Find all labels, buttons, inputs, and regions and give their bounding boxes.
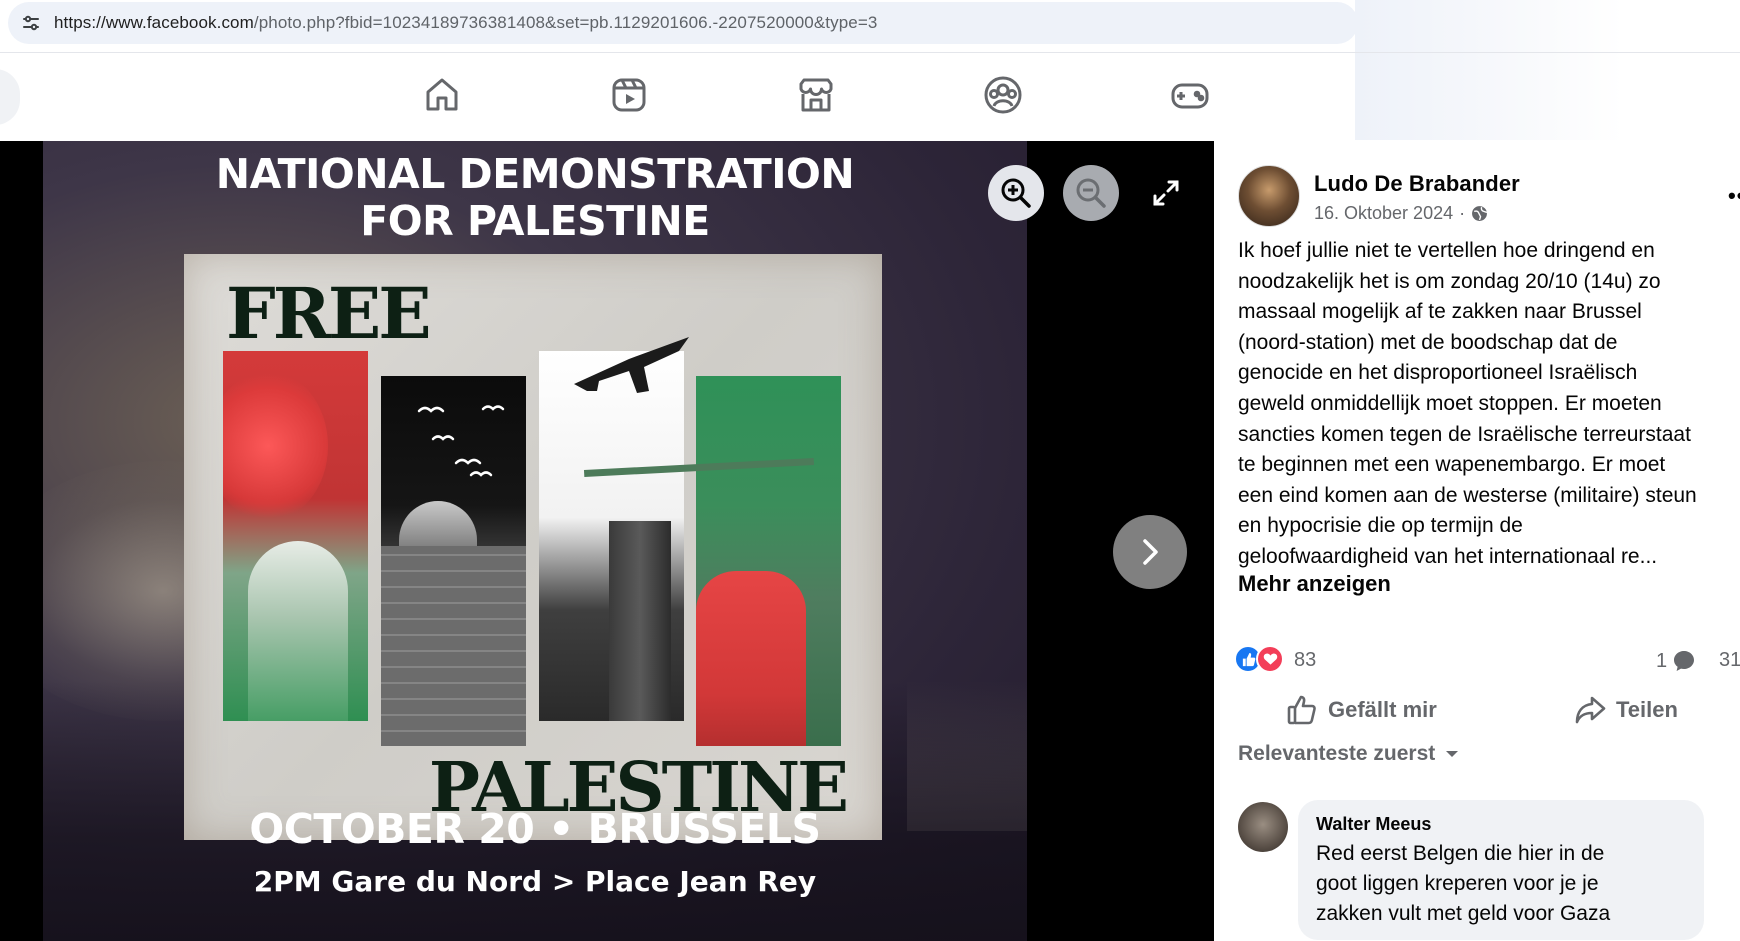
post-header: Ludo De Brabander 16. Oktober 2024 · ••• (1238, 165, 1740, 229)
post-text: Ik hoef jullie niet te vertellen hoe dri… (1238, 236, 1738, 573)
collage-wall (381, 546, 526, 746)
chevron-right-icon (1143, 539, 1158, 565)
post-text-line: te beginnen met een wapenembargo. Er moe… (1238, 453, 1666, 477)
share-button-label: Teilen (1616, 697, 1678, 722)
comment-sort-selector[interactable]: Relevanteste zuerst (1238, 742, 1459, 766)
next-photo-button[interactable] (1113, 515, 1187, 589)
post-actions: Gefällt mir Teilen (1214, 687, 1740, 737)
commenter-name[interactable]: Walter Meeus (1316, 814, 1686, 835)
share-button[interactable]: Teilen (1574, 687, 1678, 733)
post-date-text: 16. Oktober 2024 (1314, 203, 1454, 223)
love-reaction-icon (1256, 645, 1284, 673)
poster-date-line: OCTOBER 20 • BRUSSELS (249, 805, 821, 853)
comment-text: Red eerst Belgen die hier in de goot lig… (1316, 839, 1686, 929)
url-text[interactable]: https://www.facebook.com/photo.php?fbid=… (54, 13, 877, 33)
facebook-top-nav (0, 52, 1740, 140)
like-button[interactable]: Gefällt mir (1286, 687, 1437, 733)
share-count-value: 31 (1719, 649, 1740, 671)
marketplace-icon[interactable] (794, 73, 838, 117)
post-date[interactable]: 16. Oktober 2024 · (1314, 203, 1488, 224)
poster-title-line1: NATIONAL DEMONSTRATION (215, 150, 855, 198)
search-stub[interactable] (0, 69, 20, 125)
comment-text-line: goot liggen kreperen voor je je (1316, 872, 1599, 895)
poster-title: NATIONAL DEMONSTRATION FOR PALESTINE (43, 151, 1027, 245)
collage-birds (417, 405, 505, 477)
collage-red-cloud (223, 371, 328, 521)
comment-bubble: Walter Meeus Red eerst Belgen die hier i… (1298, 800, 1704, 940)
post-text-line: Ik hoef jullie niet te vertellen hoe dri… (1238, 239, 1655, 262)
share-arrow-icon (1575, 696, 1606, 724)
home-icon[interactable] (420, 73, 464, 117)
post-text-line: genocide en het disproportioneel Israëli… (1238, 361, 1638, 385)
collage-dome (399, 501, 477, 549)
expand-icon (1153, 180, 1179, 206)
commenter-avatar[interactable] (1238, 802, 1288, 852)
post-text-line: noodzakelijk het is om zondag 20/10 (14u… (1238, 269, 1661, 293)
poster-collage: FREE PALESTINE (184, 254, 882, 840)
thumbs-up-icon (1287, 695, 1316, 725)
collage-green-panel (696, 376, 841, 746)
collage-protester (696, 571, 806, 746)
collage-red-panel (223, 351, 368, 721)
post-text-line: geloofwaardigheid van het internationaal… (1238, 544, 1658, 568)
gaming-icon[interactable] (1168, 73, 1212, 117)
post-text-line: en hypocrisie die op termijn de (1238, 514, 1523, 538)
comment-count[interactable]: 1 (1656, 649, 1696, 673)
post-text-line: (noord-station) met de boodschap dat de (1238, 330, 1618, 354)
collage-black-panel (381, 376, 526, 746)
comment-sort-label: Relevanteste zuerst (1238, 742, 1436, 765)
url-path: /photo.php?fbid=10234189736381408&set=pb… (253, 13, 878, 32)
poster-location-line: 2PM Gare du Nord > Place Jean Rey (253, 865, 817, 898)
address-bar[interactable]: https://www.facebook.com/photo.php?fbid=… (8, 2, 1358, 44)
comment-text-line: Red eerst Belgen die hier in de (1316, 842, 1605, 865)
post-date-separator: · (1459, 203, 1466, 223)
poster-title-line2: FOR PALESTINE (360, 197, 710, 245)
collage-jet (574, 337, 689, 393)
like-button-label: Gefällt mir (1328, 697, 1437, 722)
post-text-line: massaal mogelijk af te zakken naar Bruss… (1238, 300, 1642, 324)
comment-count-value: 1 (1656, 649, 1668, 672)
reaction-count: 83 (1294, 649, 1317, 671)
demonstration-poster-image: NATIONAL DEMONSTRATION FOR PALESTINE FRE… (43, 141, 1027, 941)
caret-down-icon (1446, 751, 1459, 757)
author-name[interactable]: Ludo De Brabander (1314, 171, 1520, 197)
zoom-out-button[interactable] (1063, 165, 1119, 221)
post-sidebar: Ludo De Brabander 16. Oktober 2024 · •••… (1214, 141, 1740, 941)
reaction-icons (1234, 645, 1284, 673)
post-text-line: geweld onmiddellijk moet stoppen. Er moe… (1238, 391, 1662, 415)
fullscreen-button[interactable] (1138, 165, 1194, 221)
collage-child (248, 541, 348, 721)
zoom-in-icon (1001, 178, 1031, 208)
comment-text-line: zakken vult met geld voor Gaza (1316, 902, 1611, 925)
see-more-link[interactable]: Mehr anzeigen (1238, 571, 1391, 597)
reaction-summary[interactable]: 83 1 31 (1234, 639, 1740, 673)
collage-watchtower (609, 521, 671, 721)
url-host: https://www.facebook.com (54, 13, 254, 32)
share-count[interactable]: 31 (1719, 649, 1740, 672)
post-options-button[interactable]: ••• (1728, 183, 1740, 209)
zoom-in-button[interactable] (988, 165, 1044, 221)
zoom-out-icon (1076, 178, 1106, 208)
photo-viewer[interactable]: NATIONAL DEMONSTRATION FOR PALESTINE FRE… (0, 141, 1214, 941)
post-text-line: sancties komen tegen de Israëlische terr… (1238, 422, 1691, 446)
globe-icon (1472, 206, 1488, 221)
groups-icon[interactable] (981, 73, 1025, 117)
author-avatar[interactable] (1238, 165, 1300, 227)
video-icon[interactable] (607, 73, 651, 117)
site-settings-icon[interactable] (20, 12, 42, 34)
poster-word-free: FREE (226, 272, 432, 355)
post-text-line: een eind komen aan de westerse (militair… (1238, 483, 1697, 507)
comment-bubble-icon (1674, 651, 1695, 671)
